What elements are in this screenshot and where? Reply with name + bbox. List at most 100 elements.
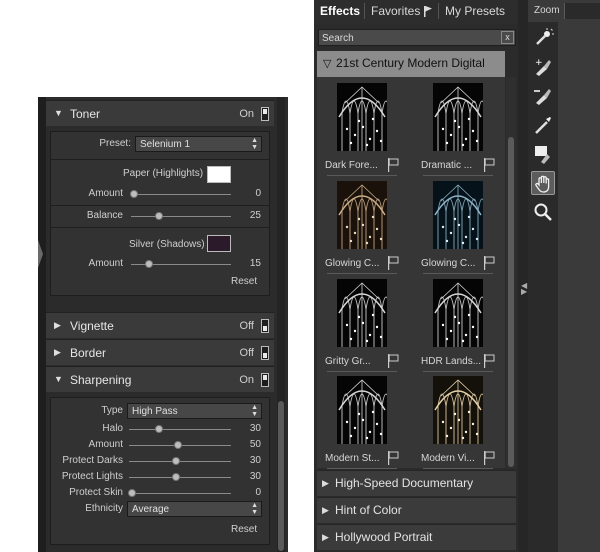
- brush-add-icon[interactable]: +: [531, 55, 555, 79]
- effect-thumbnail[interactable]: Gritty Gr...: [325, 279, 401, 373]
- search-input[interactable]: [322, 31, 497, 45]
- toner-title: Toner: [70, 107, 101, 121]
- favorite-flag-icon[interactable]: [387, 354, 399, 368]
- magic-brush-icon[interactable]: [531, 26, 555, 50]
- browser-scrollbar-thumb[interactable]: [508, 137, 514, 467]
- adjustments-scrollbar[interactable]: [277, 97, 285, 552]
- tab-effects[interactable]: Effects: [320, 4, 360, 18]
- category-row[interactable]: ▶ Hollywood Portrait: [317, 524, 516, 550]
- effect-preview-image[interactable]: [433, 376, 483, 444]
- zoom-label: Zoom: [534, 5, 560, 16]
- border-section-header[interactable]: ▶ Border Off: [46, 339, 274, 365]
- mask-brush-icon[interactable]: [531, 142, 555, 166]
- effect-thumbnail[interactable]: Modern St...: [325, 376, 401, 470]
- border-toggle[interactable]: [261, 346, 269, 360]
- preset-select[interactable]: Selenium 1 ▲ ▼: [135, 136, 262, 152]
- category-row[interactable]: ▶ Hint of Color: [317, 497, 516, 523]
- favorite-flag-icon[interactable]: [483, 451, 495, 465]
- panel-splitter[interactable]: ◀ ▶: [518, 0, 528, 552]
- category-title: 21st Century Modern Digital: [336, 56, 485, 70]
- tool-strip: Zoom +: [528, 0, 600, 552]
- sharpening-title: Sharpening: [70, 373, 132, 387]
- effect-thumbnail[interactable]: HDR Lands...: [421, 279, 497, 373]
- brush-remove-icon[interactable]: [531, 84, 555, 108]
- thumbnail-underline: [327, 175, 397, 176]
- tab-favorites[interactable]: Favorites: [371, 4, 420, 18]
- type-select[interactable]: High Pass ▲ ▼: [127, 403, 262, 419]
- effect-thumbnail[interactable]: Dramatic ...: [421, 83, 497, 177]
- select-arrows-icon: ▲ ▼: [251, 502, 258, 516]
- protect-skin-knob[interactable]: [128, 489, 136, 497]
- thumbnail-underline: [423, 273, 493, 274]
- effect-preview-image[interactable]: [337, 181, 387, 249]
- thumbnail-underline: [423, 175, 493, 176]
- effects-browser-panel: Effects Favorites My Presets x ▽ 21st Ce…: [314, 0, 518, 552]
- vignette-toggle[interactable]: [261, 319, 269, 333]
- sharpening-toggle[interactable]: [261, 373, 269, 387]
- vignette-section-header[interactable]: ▶ Vignette Off: [46, 312, 274, 338]
- magnifier-icon[interactable]: [531, 200, 555, 224]
- thumbnail-underline: [423, 371, 493, 372]
- effect-thumbnail[interactable]: Glowing C...: [421, 181, 497, 275]
- favorite-flag-icon[interactable]: [483, 158, 495, 172]
- protect-darks-knob[interactable]: [172, 457, 180, 465]
- favorite-flag-icon[interactable]: [483, 256, 495, 270]
- halo-knob[interactable]: [155, 425, 163, 433]
- silver-amount-knob[interactable]: [145, 260, 153, 268]
- effect-preview-image[interactable]: [433, 181, 483, 249]
- paper-amount-track[interactable]: [131, 194, 231, 195]
- hand-icon[interactable]: [531, 171, 555, 195]
- effect-preview-image[interactable]: [337, 376, 387, 444]
- border-state: Off: [239, 347, 254, 359]
- ethnicity-value: Average: [132, 504, 170, 515]
- toner-section-header[interactable]: ▼ Toner On: [46, 100, 274, 126]
- category-row[interactable]: ▶ High-Speed Documentary: [317, 470, 516, 496]
- effect-name: HDR Lands...: [421, 356, 481, 367]
- pen-icon[interactable]: [531, 113, 555, 137]
- protect-lights-knob[interactable]: [172, 473, 180, 481]
- paper-color-swatch[interactable]: [207, 166, 231, 183]
- tab-my-presets[interactable]: My Presets: [445, 4, 505, 18]
- favorite-flag-icon[interactable]: [387, 451, 399, 465]
- effect-preview-image[interactable]: [433, 83, 483, 151]
- favorite-flag-icon[interactable]: [387, 256, 399, 270]
- protect-darks-track[interactable]: [129, 461, 231, 462]
- effect-preview-image[interactable]: [337, 83, 387, 151]
- protect-darks-value: 30: [249, 455, 261, 466]
- paper-amount-label: Amount: [88, 188, 123, 199]
- toner-reset-button[interactable]: Reset: [231, 276, 257, 287]
- protect-skin-track[interactable]: [129, 493, 231, 494]
- effect-thumbnail[interactable]: Modern Vi...: [421, 376, 497, 470]
- ethnicity-label: Ethnicity: [85, 503, 123, 514]
- type-value: High Pass: [132, 406, 178, 417]
- expanded-triangle-icon: ▼: [54, 108, 63, 118]
- tab-separator: [364, 3, 365, 19]
- sharpening-section-header[interactable]: ▼ Sharpening On: [46, 366, 274, 392]
- protect-lights-track[interactable]: [129, 477, 231, 478]
- silver-shadows-label: Silver (Shadows): [129, 239, 205, 250]
- browser-scrollbar[interactable]: [506, 77, 516, 468]
- effect-preview-image[interactable]: [337, 279, 387, 347]
- favorite-flag-icon[interactable]: [387, 158, 399, 172]
- adjustments-panel: ▼ Toner On Preset: Selenium 1 ▲ ▼ Paper (…: [38, 97, 288, 552]
- zoom-navigator[interactable]: [564, 3, 600, 19]
- halo-track[interactable]: [129, 429, 231, 430]
- adjustments-scrollbar-thumb[interactable]: [278, 401, 284, 551]
- balance-knob[interactable]: [155, 212, 163, 220]
- category-header-open[interactable]: ▽ 21st Century Modern Digital: [317, 51, 505, 77]
- effect-preview-image[interactable]: [433, 279, 483, 347]
- search-box[interactable]: x: [318, 29, 516, 46]
- ethnicity-select[interactable]: Average ▲ ▼: [127, 501, 262, 517]
- silver-color-swatch[interactable]: [207, 235, 231, 252]
- vignette-state: Off: [239, 320, 254, 332]
- effect-thumbnail[interactable]: Dark Fore...: [325, 83, 401, 177]
- silver-amount-value: 15: [249, 258, 261, 269]
- search-clear-button[interactable]: x: [501, 31, 514, 44]
- toner-toggle[interactable]: [261, 107, 269, 121]
- paper-amount-knob[interactable]: [130, 190, 138, 198]
- balance-track[interactable]: [131, 216, 231, 217]
- amount-knob[interactable]: [174, 441, 182, 449]
- effect-thumbnail[interactable]: Glowing C...: [325, 181, 401, 275]
- favorite-flag-icon[interactable]: [483, 354, 495, 368]
- sharpening-reset-button[interactable]: Reset: [231, 524, 257, 535]
